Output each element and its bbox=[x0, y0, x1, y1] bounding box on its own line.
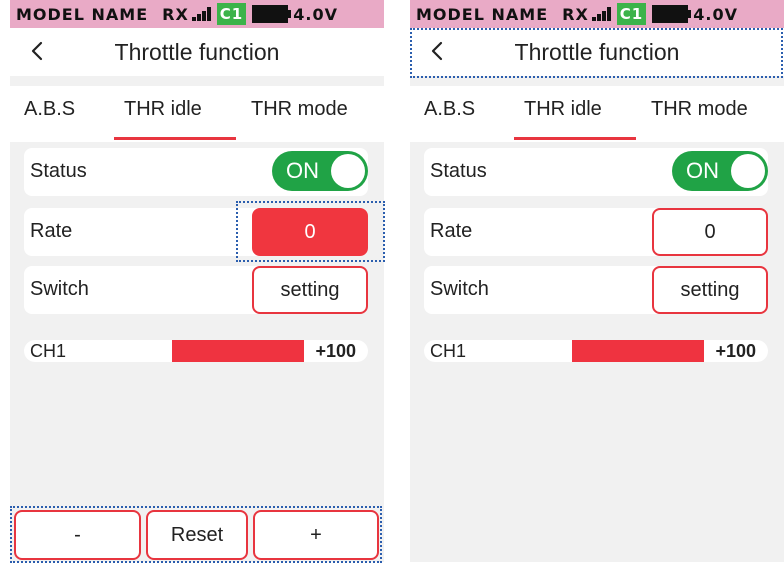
rx-label: RX bbox=[162, 4, 189, 24]
channel-bar bbox=[572, 340, 704, 362]
channel-label: CH1 bbox=[30, 341, 67, 361]
channel-row: CH1 +100 bbox=[24, 340, 368, 362]
battery-voltage: 4.0V bbox=[293, 4, 338, 24]
switch-setting-button[interactable]: setting bbox=[252, 266, 368, 314]
channel-value: +100 bbox=[715, 341, 756, 361]
signal-icon bbox=[191, 7, 211, 21]
switch-row: Switch setting bbox=[24, 266, 368, 314]
rate-value-button[interactable]: 0 bbox=[652, 208, 768, 256]
status-bar: MODEL NAME RX C1 4.0V bbox=[10, 0, 384, 28]
status-bar: MODEL NAME RX C1 4.0V bbox=[410, 0, 784, 28]
channel-bar bbox=[172, 340, 304, 362]
active-tab-indicator bbox=[514, 137, 636, 140]
model-name: MODEL NAME bbox=[416, 4, 549, 24]
back-icon[interactable] bbox=[26, 39, 50, 63]
rate-value-button[interactable]: 0 bbox=[252, 208, 368, 256]
rate-row: Rate 0 bbox=[424, 208, 768, 256]
channel-badge: C1 bbox=[616, 3, 647, 25]
title-bar: Throttle function bbox=[410, 28, 784, 76]
status-toggle[interactable]: ON bbox=[272, 151, 368, 191]
tab-abs[interactable]: A.B.S bbox=[24, 98, 75, 121]
status-toggle[interactable]: ON bbox=[672, 151, 768, 191]
tab-thr-idle[interactable]: THR idle bbox=[124, 98, 202, 121]
status-label: Status bbox=[430, 160, 487, 182]
toggle-text: ON bbox=[686, 158, 719, 183]
switch-row: Switch setting bbox=[424, 266, 768, 314]
screen-right: MODEL NAME RX C1 4.0V Throttle function … bbox=[410, 0, 784, 562]
switch-label: Switch bbox=[30, 278, 89, 300]
model-name: MODEL NAME bbox=[16, 4, 149, 24]
tab-abs[interactable]: A.B.S bbox=[424, 98, 475, 121]
screen-left: MODEL NAME RX C1 4.0V Throttle function … bbox=[10, 0, 384, 562]
switch-label: Switch bbox=[430, 278, 489, 300]
tab-thr-mode[interactable]: THR mode bbox=[651, 98, 748, 121]
minus-button[interactable]: - bbox=[14, 510, 141, 560]
rx-label: RX bbox=[562, 4, 589, 24]
signal-icon bbox=[591, 7, 611, 21]
toggle-knob bbox=[731, 154, 765, 188]
reset-button[interactable]: Reset bbox=[146, 510, 248, 560]
tab-bar: A.B.S THR idle THR mode bbox=[410, 86, 784, 142]
title-bar: Throttle function bbox=[10, 28, 384, 76]
rate-row: Rate 0 bbox=[24, 208, 368, 256]
page-title: Throttle function bbox=[114, 38, 280, 65]
tab-thr-idle[interactable]: THR idle bbox=[524, 98, 602, 121]
toggle-text: ON bbox=[286, 158, 319, 183]
battery-icon bbox=[252, 5, 292, 23]
battery-icon bbox=[652, 5, 692, 23]
status-row: Status ON bbox=[24, 148, 368, 196]
channel-label: CH1 bbox=[430, 341, 467, 361]
battery-voltage: 4.0V bbox=[693, 4, 738, 24]
switch-setting-button[interactable]: setting bbox=[652, 266, 768, 314]
active-tab-indicator bbox=[114, 137, 236, 140]
channel-value: +100 bbox=[315, 341, 356, 361]
plus-button[interactable]: + bbox=[253, 510, 379, 560]
channel-row: CH1 +100 bbox=[424, 340, 768, 362]
tab-thr-mode[interactable]: THR mode bbox=[251, 98, 348, 121]
page-title: Throttle function bbox=[514, 38, 680, 65]
channel-badge: C1 bbox=[216, 3, 247, 25]
back-icon[interactable] bbox=[426, 39, 450, 63]
tab-bar: A.B.S THR idle THR mode bbox=[10, 86, 384, 142]
toggle-knob bbox=[331, 154, 365, 188]
status-row: Status ON bbox=[424, 148, 768, 196]
rate-label: Rate bbox=[430, 220, 473, 242]
rate-label: Rate bbox=[30, 220, 73, 242]
status-label: Status bbox=[30, 160, 87, 182]
